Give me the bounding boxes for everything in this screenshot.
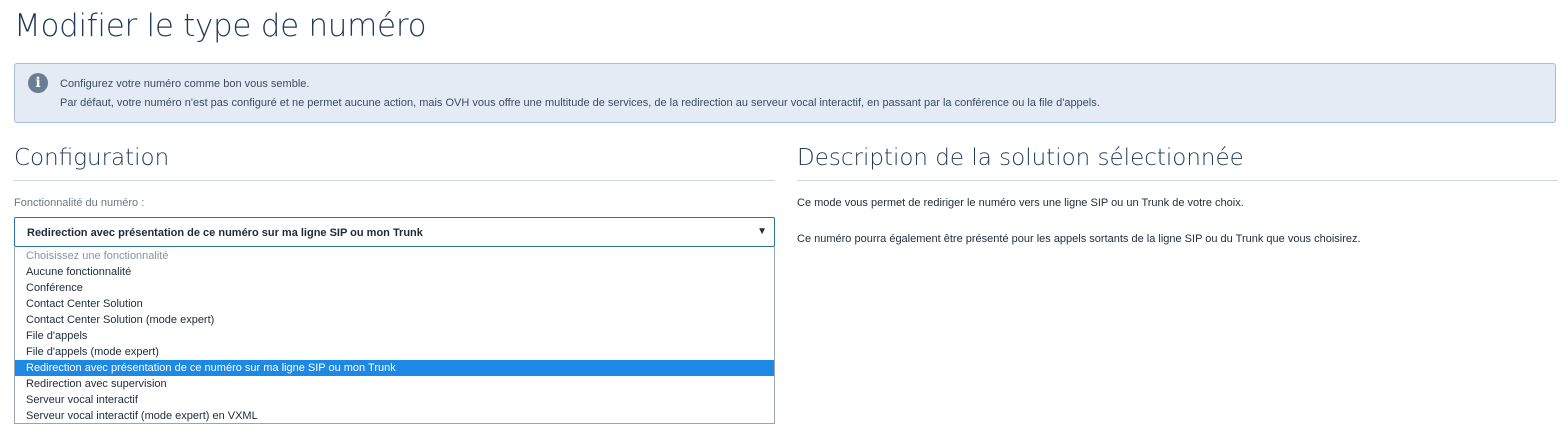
info-text-line-2: Par défaut, votre numéro n'est pas confi…	[60, 97, 1100, 109]
dropdown-option[interactable]: Contact Center Solution	[15, 296, 774, 312]
dropdown-option[interactable]: Aucune fonctionnalité	[15, 264, 774, 280]
feature-select[interactable]: Redirection avec présentation de ce numé…	[14, 217, 775, 247]
info-alert: i Configurez votre numéro comme bon vous…	[14, 63, 1556, 123]
dropdown-option[interactable]: File d'appels (mode expert)	[15, 344, 774, 360]
description-paragraph-2: Ce numéro pourra également être présenté…	[797, 233, 1361, 245]
feature-field-label: Fonctionnalité du numéro :	[14, 197, 145, 209]
info-text-line-1: Configurez votre numéro comme bon vous s…	[60, 78, 310, 90]
configuration-heading: Configuration	[14, 145, 170, 171]
description-heading: Description de la solution sélectionnée	[797, 145, 1244, 171]
dropdown-option[interactable]: Redirection avec supervision	[15, 376, 774, 392]
dropdown-option[interactable]: File d'appels	[15, 328, 774, 344]
feature-select-value: Redirection avec présentation de ce numé…	[27, 227, 423, 239]
dropdown-option[interactable]: Conférence	[15, 280, 774, 296]
description-paragraph-1: Ce mode vous permet de rediriger le numé…	[797, 197, 1244, 209]
dropdown-option[interactable]: Contact Center Solution (mode expert)	[15, 312, 774, 328]
dropdown-option[interactable]: Serveur vocal interactif (mode expert) e…	[15, 408, 774, 424]
dropdown-option-selected[interactable]: Redirection avec présentation de ce numé…	[15, 360, 774, 376]
dropdown-option-placeholder[interactable]: Choisissez une fonctionnalité	[15, 248, 774, 264]
dropdown-option[interactable]: Serveur vocal interactif	[15, 392, 774, 408]
page-title: Modifier le type de numéro	[14, 8, 427, 44]
info-icon: i	[28, 73, 48, 93]
description-divider	[797, 180, 1558, 181]
feature-dropdown-list[interactable]: Choisissez une fonctionnalité Aucune fon…	[14, 247, 775, 424]
caret-down-icon[interactable]: ▼	[757, 225, 767, 239]
configuration-divider	[14, 180, 775, 181]
